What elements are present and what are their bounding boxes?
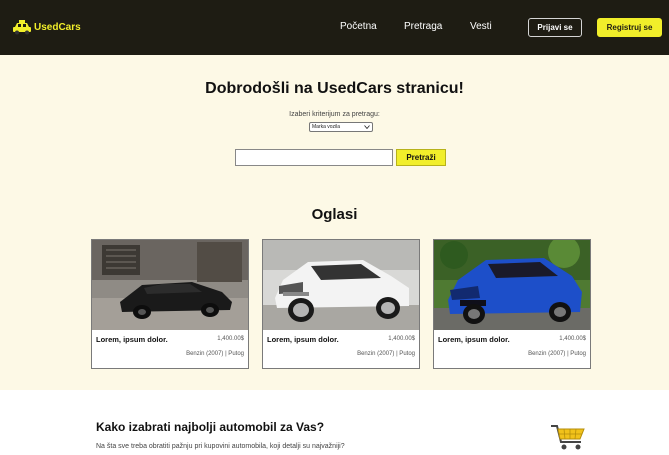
car-image (92, 240, 248, 330)
ad-title: Lorem, ipsum dolor. (96, 335, 168, 344)
shopping-cart-icon (551, 425, 585, 450)
criteria-selected-value: Marka vozila (312, 124, 341, 130)
brand-name: UsedCars (34, 21, 81, 33)
criteria-select[interactable]: Marka vozila (309, 122, 373, 132)
info-text: Na šta sve treba obratiti pažnju pri kup… (96, 443, 345, 450)
ad-card[interactable]: Lorem, ipsum dolor. 1,400.00$ Benzin (20… (262, 239, 420, 369)
navbar: UsedCars Početna Pretraga Vesti Prijavi … (0, 0, 669, 55)
ad-meta: Benzin (2007) | Putog (357, 351, 415, 357)
register-button[interactable]: Registruj se (597, 18, 662, 37)
info-title: Kako izabrati najbolji automobil za Vas? (96, 420, 325, 434)
brand[interactable]: UsedCars (12, 16, 81, 38)
taxi-logo-icon (13, 20, 31, 35)
chevron-down-icon (364, 125, 370, 129)
page-title: Dobrodošli na UsedCars stranicu! (205, 80, 464, 97)
ad-title: Lorem, ipsum dolor. (267, 335, 339, 344)
ad-price: 1,400.00$ (388, 336, 415, 342)
car-image (434, 240, 590, 330)
ad-card[interactable]: Lorem, ipsum dolor. 1,400.00$ Benzin (20… (433, 239, 591, 369)
nav-link-search[interactable]: Pretraga (404, 21, 442, 32)
search-input[interactable] (235, 149, 393, 166)
ad-meta: Benzin (2007) | Putog (528, 351, 586, 357)
login-button[interactable]: Prijavi se (528, 18, 582, 37)
ads-title: Oglasi (311, 206, 358, 223)
ad-card[interactable]: Lorem, ipsum dolor. 1,400.00$ Benzin (20… (91, 239, 249, 369)
ad-price: 1,400.00$ (559, 336, 586, 342)
nav-link-news[interactable]: Vesti (470, 21, 492, 32)
info-section: Kako izabrati najbolji automobil za Vas?… (0, 390, 669, 455)
ad-title: Lorem, ipsum dolor. (438, 335, 510, 344)
search-button[interactable]: Pretraži (396, 149, 446, 166)
criteria-label: Izaberi kriterijum za pretragu: (289, 111, 380, 118)
nav-link-home[interactable]: Početna (340, 21, 377, 32)
car-image (263, 240, 419, 330)
ad-price: 1,400.00$ (217, 336, 244, 342)
ad-meta: Benzin (2007) | Putog (186, 351, 244, 357)
